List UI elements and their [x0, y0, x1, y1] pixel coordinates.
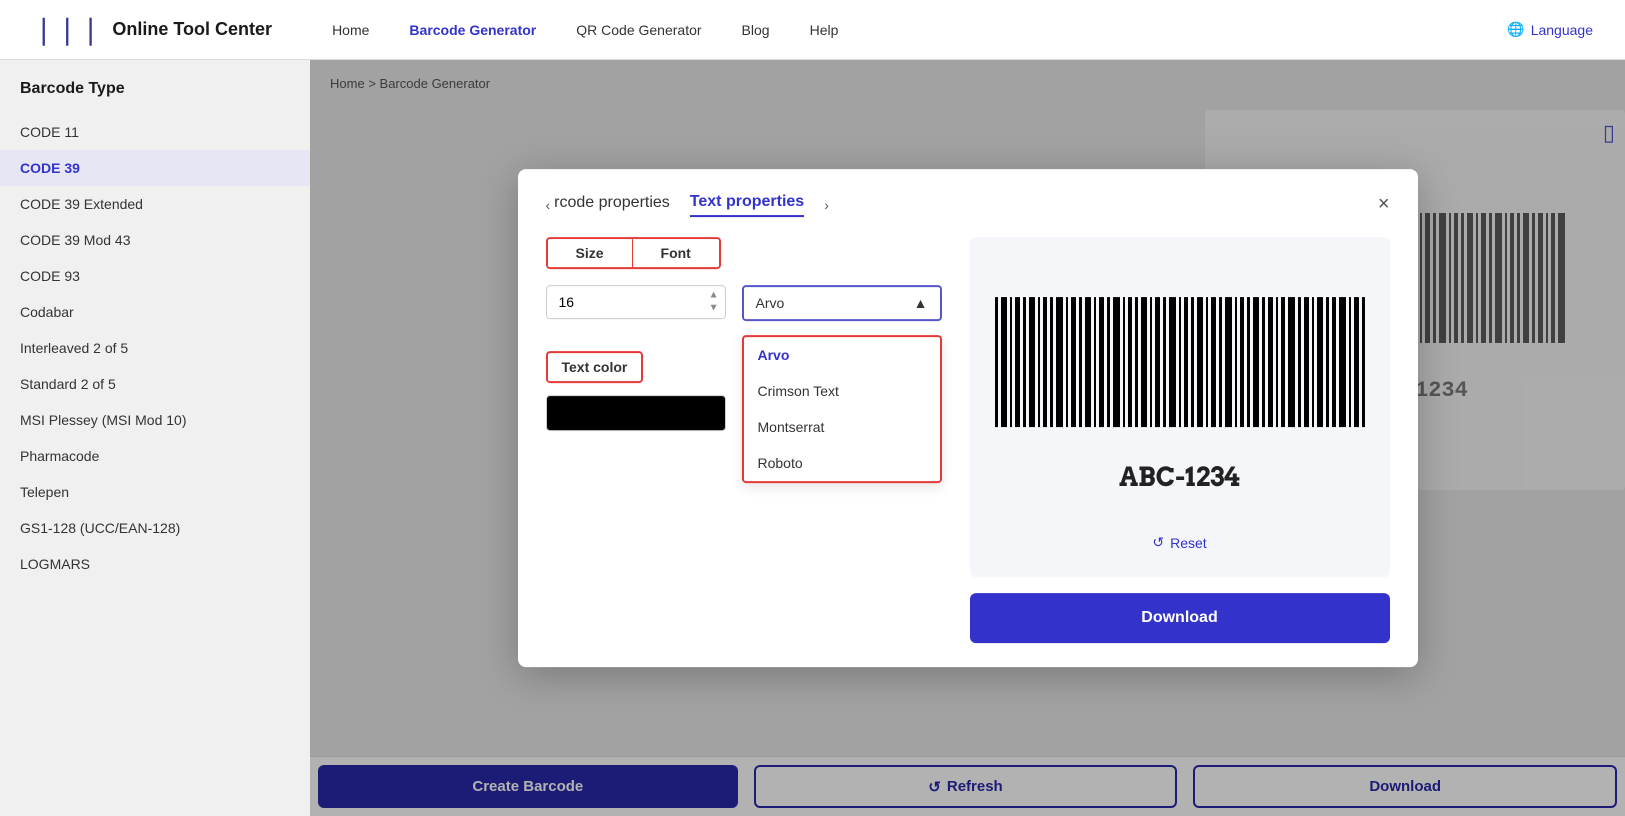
sidebar-item-code93[interactable]: CODE 93 — [0, 258, 310, 294]
sidebar-item-code39mod43[interactable]: CODE 39 Mod 43 — [0, 222, 310, 258]
modal-header: ‹ rcode properties Text properties › × — [546, 193, 1390, 217]
size-tab[interactable]: Size — [548, 239, 632, 267]
sidebar-item-code39ext[interactable]: CODE 39 Extended — [0, 186, 310, 222]
modal-body: Size Font ▲ ▼ — [546, 237, 1390, 643]
language-label: Language — [1531, 22, 1593, 38]
modal-close-button[interactable]: × — [1378, 193, 1390, 216]
font-dropdown-button[interactable]: Arvo ▲ — [742, 285, 942, 321]
size-arrows: ▲ ▼ — [706, 290, 722, 315]
barcode-svg-area: ABC-1234 — [990, 257, 1370, 528]
sidebar-item-codabar[interactable]: Codabar — [0, 294, 310, 330]
tab-prev-arrow[interactable]: ‹ — [546, 197, 551, 213]
sidebar-item-code11[interactable]: CODE 11 — [0, 114, 310, 150]
main-nav: Home Barcode Generator QR Code Generator… — [332, 22, 1507, 38]
nav-qr-code[interactable]: QR Code Generator — [576, 22, 701, 38]
font-dropdown-list: Arvo Crimson Text Montserrat Roboto — [742, 335, 942, 483]
font-option-roboto[interactable]: Roboto — [744, 445, 940, 481]
tab-rcode-properties[interactable]: rcode properties — [554, 194, 670, 216]
text-color-label: Text color — [546, 351, 644, 383]
sidebar-item-pharmacode[interactable]: Pharmacode — [0, 438, 310, 474]
nav-barcode-generator[interactable]: Barcode Generator — [409, 22, 536, 38]
tab-next-arrow[interactable]: › — [824, 197, 829, 213]
language-button[interactable]: 🌐 Language — [1507, 21, 1593, 38]
font-option-montserrat[interactable]: Montserrat — [744, 409, 940, 445]
modal-download-button[interactable]: Download — [970, 593, 1390, 643]
sidebar-item-gs1128[interactable]: GS1-128 (UCC/EAN-128) — [0, 510, 310, 546]
font-dropdown-wrapper: Arvo ▲ Arvo Crimson Text Montserrat Robo… — [742, 285, 942, 335]
globe-icon: 🌐 — [1507, 21, 1524, 38]
size-input-wrapper: ▲ ▼ — [546, 285, 726, 319]
font-selected-label: Arvo — [756, 295, 785, 311]
sidebar: Barcode Type CODE 11 CODE 39 CODE 39 Ext… — [0, 60, 310, 816]
sidebar-item-code39[interactable]: CODE 39 — [0, 150, 310, 186]
nav-home[interactable]: Home — [332, 22, 369, 38]
modal-right-panel: ABC-1234 ↺ Reset Download — [970, 237, 1390, 643]
nav-help[interactable]: Help — [810, 22, 839, 38]
nav-blog[interactable]: Blog — [742, 22, 770, 38]
sidebar-item-telepen[interactable]: Telepen — [0, 474, 310, 510]
tab-text-properties[interactable]: Text properties — [690, 193, 804, 217]
font-option-crimson[interactable]: Crimson Text — [744, 373, 940, 409]
modal-left-panel: Size Font ▲ ▼ — [546, 237, 946, 643]
modal-dialog: ‹ rcode properties Text properties › × S… — [518, 169, 1418, 667]
size-font-row: ▲ ▼ Arvo ▲ Arvo Crim — [546, 285, 946, 335]
barcode-preview-box: ABC-1234 ↺ Reset — [970, 237, 1390, 577]
chevron-up-icon: ▲ — [914, 295, 928, 311]
sidebar-item-logmars[interactable]: LOGMARS — [0, 546, 310, 582]
sidebar-item-standard25[interactable]: Standard 2 of 5 — [0, 366, 310, 402]
size-font-tabs: Size Font — [546, 237, 721, 269]
sidebar-item-interleaved[interactable]: Interleaved 2 of 5 — [0, 330, 310, 366]
barcode-image — [990, 292, 1370, 452]
reset-label: Reset — [1170, 535, 1207, 551]
font-tab[interactable]: Font — [633, 239, 719, 267]
sidebar-title: Barcode Type — [0, 80, 310, 114]
reset-icon: ↺ — [1152, 534, 1164, 551]
logo-text: Online Tool Center — [112, 19, 272, 40]
reset-button[interactable]: ↺ Reset — [1152, 528, 1206, 557]
sidebar-item-msi[interactable]: MSI Plessey (MSI Mod 10) — [0, 402, 310, 438]
barcode-text-label: ABC-1234 — [1119, 462, 1240, 494]
font-option-arvo[interactable]: Arvo — [744, 337, 940, 373]
logo-icon: ❘❘❘ — [32, 13, 102, 46]
color-swatch[interactable] — [546, 395, 726, 431]
size-up-arrow[interactable]: ▲ — [706, 290, 722, 302]
content-area: Home > Barcode Generator — [310, 60, 1625, 816]
size-input[interactable] — [546, 285, 726, 319]
size-down-arrow[interactable]: ▼ — [706, 303, 722, 315]
logo-area: ❘❘❘ Online Tool Center — [32, 13, 272, 46]
